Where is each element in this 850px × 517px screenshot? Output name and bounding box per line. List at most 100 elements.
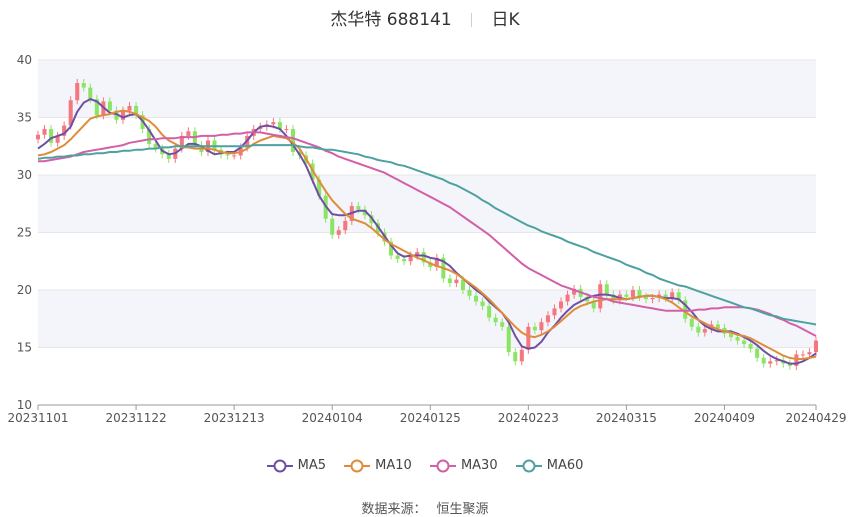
candlestick <box>55 131 60 147</box>
candlestick <box>506 322 511 357</box>
candle-body <box>650 298 655 300</box>
candle-body <box>558 301 564 309</box>
candlestick <box>454 275 459 288</box>
legend-item-ma30[interactable]: MA30 <box>429 458 498 473</box>
candle-body <box>75 83 80 101</box>
candlestick <box>389 237 394 260</box>
candle-body <box>480 301 485 307</box>
candle-body <box>565 294 570 302</box>
candle-body <box>402 258 407 262</box>
legend-label-ma10: MA10 <box>375 458 412 473</box>
candlestick <box>768 357 773 368</box>
legend-item-ma10[interactable]: MA10 <box>344 458 412 473</box>
candle-body <box>460 279 465 290</box>
candle-body <box>545 315 550 323</box>
candle-body <box>624 294 629 297</box>
candle-body <box>630 290 635 297</box>
candle-body <box>107 101 112 111</box>
x-tick-label: 20231213 <box>204 411 265 425</box>
candlestick <box>513 348 518 366</box>
candle-body <box>271 122 276 125</box>
candle-body <box>552 308 557 316</box>
candle-body <box>696 326 701 333</box>
candle-body <box>748 344 753 349</box>
x-tick-label: 20240429 <box>785 411 846 425</box>
legend-marker-ma60 <box>515 459 542 472</box>
y-tick-label: 20 <box>17 283 32 297</box>
candlestick <box>787 359 792 370</box>
candle-body <box>643 296 649 300</box>
candle-body <box>500 322 505 327</box>
legend-marker-ma5 <box>266 459 293 472</box>
candle-body <box>519 349 524 362</box>
candle-body <box>81 83 86 88</box>
candlestick <box>284 124 289 134</box>
candle-body <box>35 134 41 140</box>
kline-chart[interactable]: 10152025303540 20231101 20231122 20231213 2… <box>0 0 850 450</box>
y-tick-label: 35 <box>17 111 32 125</box>
x-tick-label: 20240125 <box>400 411 461 425</box>
x-tick-label: 20231101 <box>7 411 68 425</box>
legend-marker-ma30 <box>429 459 456 472</box>
x-tick-label: 20240315 <box>596 411 657 425</box>
candle-body <box>42 129 47 135</box>
x-tick-label: 20240409 <box>694 411 755 425</box>
candle-body <box>715 324 720 328</box>
candle-body <box>598 284 603 309</box>
candle-body <box>284 129 289 130</box>
candlestick <box>761 353 766 368</box>
candle-body <box>493 317 498 323</box>
candle-body <box>800 354 805 356</box>
candlestick <box>42 124 47 139</box>
x-tick-label: 20240104 <box>302 411 363 425</box>
y-tick-label: 30 <box>17 168 32 182</box>
candle-body <box>604 284 609 295</box>
candlestick <box>800 350 805 359</box>
candle-body <box>487 306 492 318</box>
data-source: 数据来源： 恒生聚源 <box>0 498 850 517</box>
candlestick <box>49 124 54 147</box>
candle-body <box>88 87 93 100</box>
candle-body <box>186 131 191 136</box>
candlestick <box>519 345 524 366</box>
candle-body <box>761 357 766 364</box>
legend-item-ma5[interactable]: MA5 <box>266 458 326 473</box>
candle-body <box>526 326 531 350</box>
candle-body <box>330 218 335 235</box>
y-axis: 10 15 20 25 30 35 40 <box>17 53 32 412</box>
y-tick-label: 15 <box>17 341 32 355</box>
candle-body <box>755 348 760 358</box>
candle-body <box>225 154 230 156</box>
legend-label-ma5: MA5 <box>297 458 326 473</box>
source-value: 恒生聚源 <box>436 502 489 517</box>
candlestick <box>794 350 799 370</box>
legend: MA5 MA10 MA30 MA60 <box>0 458 850 477</box>
legend-label-ma30: MA30 <box>460 458 498 473</box>
source-label: 数据来源： <box>361 502 427 517</box>
candle-body <box>474 295 479 302</box>
y-tick-label: 10 <box>17 398 32 412</box>
candle-body <box>689 318 694 327</box>
candlestick <box>447 274 452 288</box>
candle-body <box>232 155 237 157</box>
candle-body <box>742 340 747 345</box>
x-axis: 20231101 20231122 20231213 20240104 20240125… <box>7 404 847 425</box>
y-tick-label: 40 <box>17 53 32 67</box>
candle-body <box>807 352 812 355</box>
candlestick <box>598 280 603 313</box>
candle-body <box>768 361 773 364</box>
candle-body <box>532 326 537 331</box>
candle-body <box>127 106 132 111</box>
candle-body <box>728 333 734 338</box>
candle-body <box>539 322 544 331</box>
candle-body <box>735 337 740 341</box>
candle-body <box>356 206 361 210</box>
candlestick <box>421 248 426 267</box>
candle-body <box>467 290 472 296</box>
grid-bands <box>38 60 816 348</box>
candle-body <box>447 278 452 284</box>
legend-item-ma60[interactable]: MA60 <box>515 458 583 473</box>
candle-body <box>702 329 707 333</box>
candle-body <box>506 326 511 353</box>
candle-body <box>513 352 518 362</box>
